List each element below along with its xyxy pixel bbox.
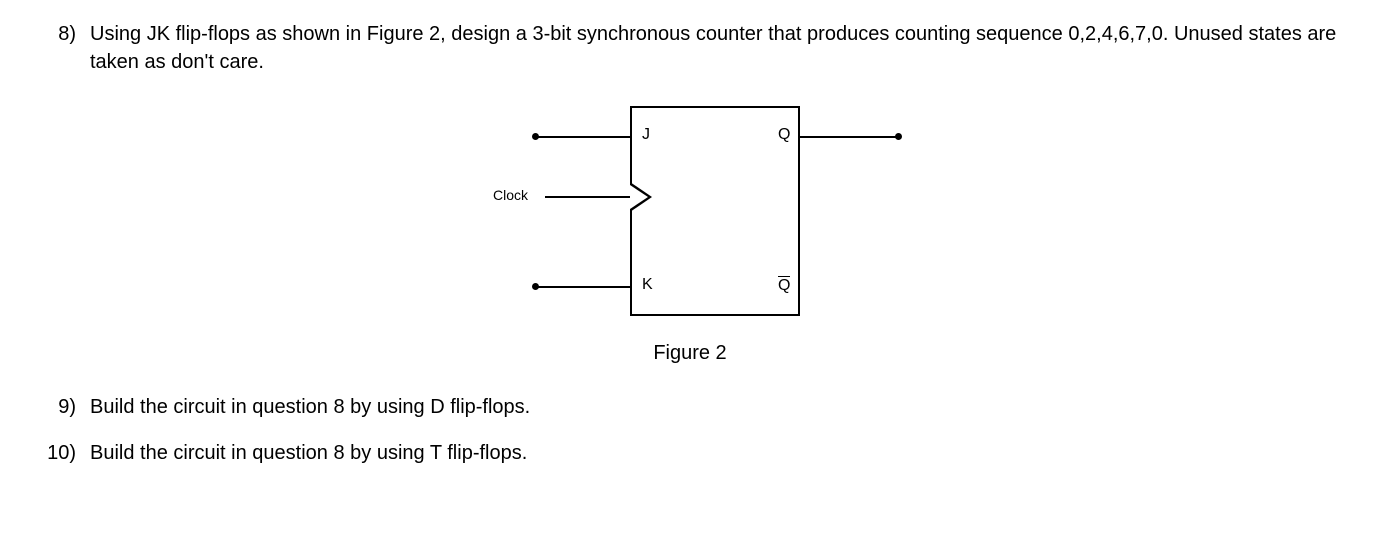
question-10-text: Build the circuit in question 8 by using…	[90, 439, 1340, 467]
question-9-number: 9)	[40, 393, 90, 421]
jk-flipflop-diagram: J K Q Q Clock	[475, 96, 905, 326]
label-j: J	[642, 126, 650, 144]
wire-clock-input	[545, 196, 630, 198]
question-10: 10) Build the circuit in question 8 by u…	[40, 439, 1340, 467]
question-9-text: Build the circuit in question 8 by using…	[90, 393, 1340, 421]
figure-2: J K Q Q Clock Figure 2	[40, 96, 1340, 365]
terminal-j	[532, 133, 539, 140]
label-q: Q	[778, 126, 790, 144]
flipflop-box	[630, 106, 800, 316]
label-qbar: Q	[778, 276, 790, 295]
wire-q-output	[800, 136, 900, 138]
label-k: K	[642, 276, 653, 294]
wire-k-input	[535, 286, 630, 288]
question-8-text: Using JK flip-flops as shown in Figure 2…	[90, 20, 1340, 76]
question-8-number: 8)	[40, 20, 90, 76]
question-10-number: 10)	[40, 439, 90, 467]
qbar-text: Q	[778, 276, 790, 294]
terminal-k	[532, 283, 539, 290]
question-9: 9) Build the circuit in question 8 by us…	[40, 393, 1340, 421]
wire-j-input	[535, 136, 630, 138]
clock-edge-icon-inner	[630, 185, 648, 209]
question-8: 8) Using JK flip-flops as shown in Figur…	[40, 20, 1340, 76]
figure-caption: Figure 2	[653, 342, 726, 365]
terminal-q	[895, 133, 902, 140]
label-clock: Clock	[493, 187, 528, 203]
